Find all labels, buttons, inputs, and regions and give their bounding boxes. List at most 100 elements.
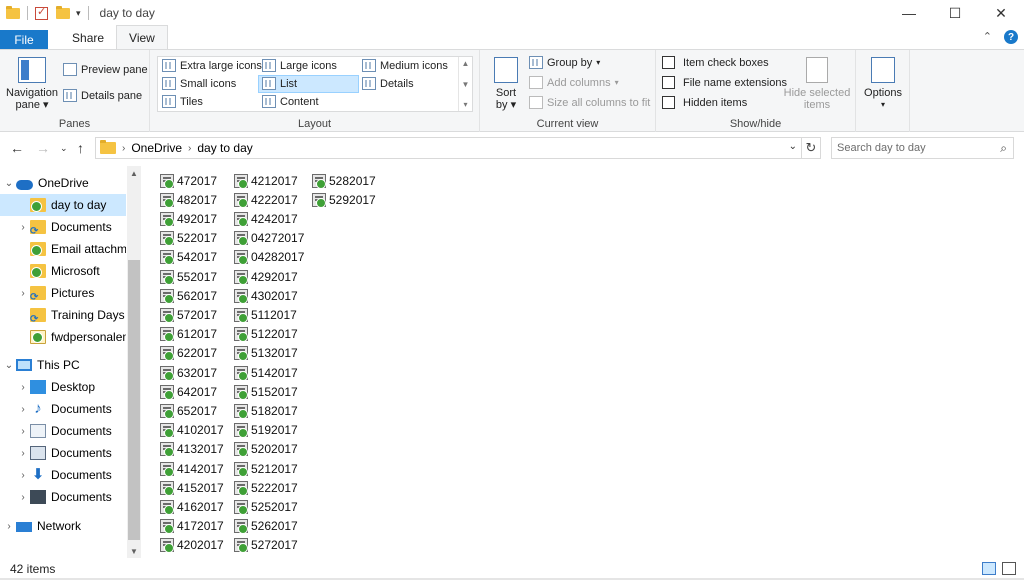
list-item[interactable]: 652017	[160, 401, 217, 420]
chevron-right-icon[interactable]: ›	[16, 382, 30, 393]
list-item[interactable]: 5212017	[234, 459, 298, 478]
breadcrumb-separator[interactable]: ›	[188, 143, 191, 154]
scroll-up-icon[interactable]: ▲	[127, 166, 141, 180]
nav-item-day-to-day[interactable]: day to day	[0, 194, 126, 216]
close-button[interactable]: ✕	[978, 0, 1024, 26]
scroll-down-icon[interactable]: ▼	[462, 80, 470, 89]
layout-option-content[interactable]: Content	[262, 95, 319, 108]
list-item[interactable]: 04282017	[234, 248, 304, 267]
layout-option-list[interactable]: List	[262, 77, 297, 90]
group-by-button[interactable]: Group by ▾	[529, 56, 600, 69]
list-item[interactable]: 552017	[160, 267, 217, 286]
list-item[interactable]: 4202017	[160, 536, 224, 555]
sort-by-button[interactable]: Sort by ▾	[488, 57, 524, 111]
nav-item-onedrive[interactable]: ⌄ OneDrive	[0, 172, 126, 194]
list-item[interactable]: 5252017	[234, 497, 298, 516]
chevron-right-icon[interactable]: ›	[16, 470, 30, 481]
chevron-right-icon[interactable]: ›	[16, 404, 30, 415]
nav-item-music[interactable]: › ♪ Documents	[0, 398, 126, 420]
nav-pane-scrollbar[interactable]: ▲ ▼	[127, 166, 141, 558]
tab-share[interactable]: Share	[60, 26, 116, 49]
list-item[interactable]: 4242017	[234, 209, 298, 228]
list-item[interactable]: 5192017	[234, 421, 298, 440]
new-folder-icon[interactable]	[56, 5, 70, 19]
address-field[interactable]: › OneDrive › day to day ⌄	[95, 137, 802, 159]
hidden-items-checkbox[interactable]	[662, 96, 675, 109]
up-button[interactable]: ↑	[77, 140, 84, 156]
search-icon[interactable]: ⌕	[1000, 141, 1007, 156]
list-item[interactable]: 5152017	[234, 382, 298, 401]
chevron-up-icon[interactable]: ⌃	[983, 30, 992, 44]
scrollbar-thumb[interactable]	[128, 260, 140, 540]
list-item[interactable]: 572017	[160, 305, 217, 324]
add-columns-button[interactable]: Add columns ▾	[529, 76, 619, 89]
nav-item-videos[interactable]: › Documents	[0, 486, 126, 508]
list-item[interactable]: 4292017	[234, 267, 298, 286]
chevron-right-icon[interactable]: ›	[16, 288, 30, 299]
file-name-extensions-checkbox[interactable]	[662, 76, 675, 89]
breadcrumb-onedrive[interactable]: OneDrive	[131, 141, 182, 155]
file-name-extensions-toggle[interactable]: File name extensions	[662, 76, 787, 89]
hidden-items-toggle[interactable]: Hidden items	[662, 96, 747, 109]
list-item[interactable]: 4172017	[160, 517, 224, 536]
expand-gallery-icon[interactable]: ▾	[463, 100, 467, 109]
chevron-right-icon[interactable]: ›	[16, 426, 30, 437]
layout-gallery-scroll[interactable]: ▲ ▼ ▾	[458, 57, 472, 111]
list-item[interactable]: 622017	[160, 344, 217, 363]
nav-item-training-days[interactable]: Training Days	[0, 304, 126, 326]
details-pane-button[interactable]: Details pane	[63, 89, 142, 102]
list-item[interactable]: 522017	[160, 229, 217, 248]
layout-option-extra-large-icons[interactable]: Extra large icons	[162, 59, 262, 72]
list-item[interactable]: 5182017	[234, 401, 298, 420]
nav-item-documents[interactable]: › Documents	[0, 216, 126, 238]
list-item[interactable]: 5222017	[234, 478, 298, 497]
list-item[interactable]: 642017	[160, 382, 217, 401]
chevron-down-icon[interactable]: ⌄	[2, 178, 16, 189]
list-item[interactable]: 5292017	[312, 190, 376, 209]
nav-item-fwdpersonalemail[interactable]: fwdpersonalema	[0, 326, 126, 348]
list-item[interactable]: 492017	[160, 209, 217, 228]
list-item[interactable]: 5202017	[234, 440, 298, 459]
recent-locations-icon[interactable]: ⌄	[60, 143, 68, 154]
list-item[interactable]: 4142017	[160, 459, 224, 478]
list-item[interactable]: 5282017	[312, 171, 376, 190]
list-item[interactable]: 562017	[160, 286, 217, 305]
size-all-columns-button[interactable]: Size all columns to fit	[529, 96, 650, 109]
scroll-up-icon[interactable]: ▲	[462, 59, 470, 68]
breadcrumb-separator[interactable]: ›	[122, 143, 125, 154]
maximize-button[interactable]: ☐	[932, 0, 978, 26]
list-item[interactable]: 612017	[160, 325, 217, 344]
preview-pane-button[interactable]: Preview pane	[63, 63, 148, 76]
list-item[interactable]: 4302017	[234, 286, 298, 305]
nav-item-documents-pc[interactable]: › Documents	[0, 420, 126, 442]
customize-toolbar-icon[interactable]: ▾	[76, 8, 81, 19]
list-item[interactable]: 04272017	[234, 229, 304, 248]
list-item[interactable]: 5262017	[234, 517, 298, 536]
list-item[interactable]: 4222017	[234, 190, 298, 209]
list-item[interactable]: 542017	[160, 248, 217, 267]
properties-icon[interactable]	[35, 5, 48, 20]
tab-file[interactable]: File	[0, 30, 48, 49]
chevron-right-icon[interactable]: ›	[2, 521, 16, 532]
layout-option-details[interactable]: Details	[362, 77, 414, 90]
help-icon[interactable]: ?	[1004, 30, 1018, 44]
list-item[interactable]: 472017	[160, 171, 217, 190]
layout-option-medium-icons[interactable]: Medium icons	[362, 59, 448, 72]
list-item[interactable]: 4162017	[160, 497, 224, 516]
nav-item-email-attachments[interactable]: Email attachmer	[0, 238, 126, 260]
list-item[interactable]: 5122017	[234, 325, 298, 344]
nav-item-pictures[interactable]: › Pictures	[0, 282, 126, 304]
hide-selected-items-button[interactable]: Hide selected items	[782, 57, 852, 111]
nav-item-network[interactable]: › Network	[0, 515, 126, 537]
list-item[interactable]: 4152017	[160, 478, 224, 497]
chevron-right-icon[interactable]: ›	[16, 222, 30, 233]
layout-option-large-icons[interactable]: Large icons	[262, 59, 337, 72]
list-item[interactable]: 4132017	[160, 440, 224, 459]
search-input[interactable]: Search day to day ⌕	[831, 137, 1014, 159]
back-button[interactable]: ←	[10, 140, 24, 156]
list-item[interactable]: 5272017	[234, 536, 298, 555]
nav-item-desktop[interactable]: › Desktop	[0, 376, 126, 398]
chevron-down-icon[interactable]: ⌄	[2, 360, 16, 371]
large-icons-view-icon[interactable]	[1002, 562, 1016, 575]
chevron-down-icon[interactable]: ⌄	[789, 141, 797, 152]
